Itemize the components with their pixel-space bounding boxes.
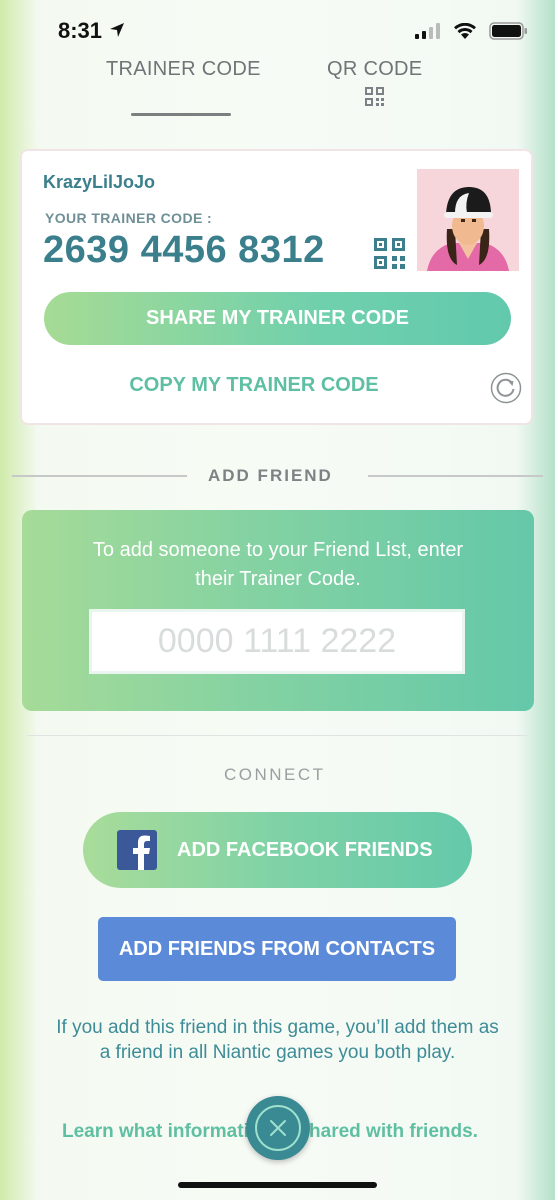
add-friend-title: ADD FRIEND: [208, 466, 333, 485]
connect-title: CONNECT: [224, 765, 326, 784]
add-facebook-friends-button[interactable]: ADD FACEBOOK FRIENDS: [83, 812, 472, 888]
niantic-friends-info: If you add this friend in this game, you…: [56, 1017, 499, 1063]
trainer-avatar: [417, 169, 519, 271]
cellular-signal-icon: [415, 23, 440, 39]
add-friends-from-contacts-button[interactable]: ADD FRIENDS FROM CONTACTS: [98, 917, 456, 981]
wifi-icon: [454, 22, 476, 39]
close-button[interactable]: [246, 1096, 310, 1160]
facebook-icon: [117, 830, 157, 870]
close-icon: [270, 1120, 286, 1136]
status-time-text: 8:31: [58, 18, 103, 43]
status-icons: [415, 22, 529, 40]
location-arrow-icon: [110, 23, 125, 37]
trainer-avatar-image: [417, 169, 519, 271]
refresh-icon[interactable]: [490, 372, 522, 404]
add-friend-divider-right: [368, 475, 543, 477]
tab-qr-code[interactable]: QR CODE: [327, 58, 422, 81]
copy-trainer-code-button[interactable]: COPY MY TRAINER CODE: [44, 374, 464, 397]
trainer-code: 2639 4456 8312: [43, 229, 325, 271]
status-time: 8:31: [58, 18, 126, 44]
share-trainer-code-button[interactable]: SHARE MY TRAINER CODE: [44, 292, 511, 345]
qr-code-icon[interactable]: [374, 238, 405, 269]
qr-code-icon[interactable]: [365, 87, 384, 106]
facebook-button-label: ADD FACEBOOK FRIENDS: [177, 838, 433, 861]
section-divider: [27, 735, 527, 736]
trainer-username: KrazyLilJoJo: [43, 172, 156, 192]
battery-icon: [489, 22, 527, 40]
add-friend-instruction: To add someone to your Friend List, ente…: [92, 539, 464, 590]
trainer-code-input[interactable]: [89, 609, 465, 674]
add-friend-divider-left: [12, 475, 187, 477]
tab-trainer-code[interactable]: TRAINER CODE: [106, 58, 261, 81]
close-button-ring: [255, 1105, 301, 1151]
trainer-code-label: YOUR TRAINER CODE :: [45, 210, 213, 226]
home-indicator: [178, 1182, 377, 1188]
tab-selected-underline: [131, 113, 231, 116]
